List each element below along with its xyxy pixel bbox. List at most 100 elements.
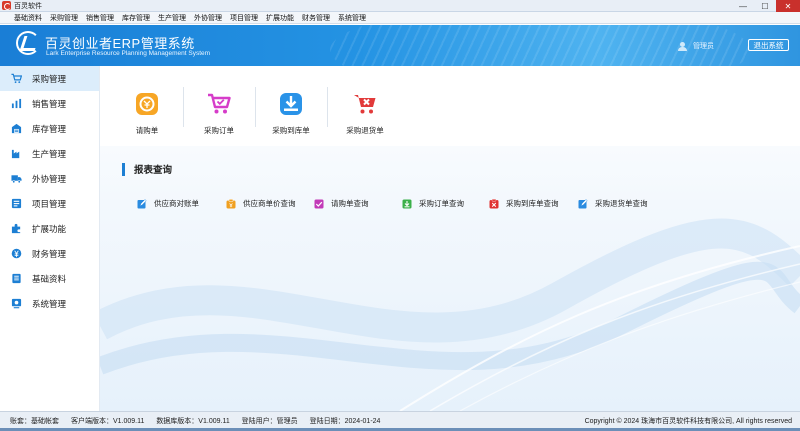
status-account: 账套：基础帐套 <box>10 418 59 425</box>
status-date: 登陆日期：2024-01-24 <box>309 418 381 425</box>
sidebar-item-production[interactable]: 生产管理 <box>0 141 99 166</box>
truck-icon <box>11 173 22 184</box>
menu-item-inventory[interactable]: 库存管理 <box>118 13 154 23</box>
cart-check-icon <box>208 93 231 114</box>
purchase-inbound-button[interactable]: 采购到库单 <box>256 87 326 142</box>
sidebar-item-label: 库存管理 <box>32 123 67 134</box>
menu-item-finance[interactable]: 财务管理 <box>298 13 334 23</box>
purchase-order-button[interactable]: 采购订单 <box>184 87 254 142</box>
close-button[interactable]: ✕ <box>776 0 800 12</box>
sidebar: 采购管理 销售管理 库存管理 生产管理 外协管理 项目管理 扩展功能 财务管理 … <box>0 66 100 411</box>
cart-icon <box>11 73 22 84</box>
title-bar: 百灵软件 — ☐ ✕ <box>0 0 800 12</box>
title-accent-bar <box>122 162 125 176</box>
list-icon <box>11 198 22 209</box>
tool-label: 采购退货单 <box>346 126 384 135</box>
report-link-label: 请购单查询 <box>331 199 369 208</box>
report-link-label: 采购退货单查询 <box>595 199 648 208</box>
money-icon <box>11 248 22 259</box>
report-link-label: 采购订单查询 <box>419 199 464 208</box>
window-controls: — ☐ ✕ <box>732 0 800 12</box>
report-title-text: 报表查询 <box>134 165 173 176</box>
chart-icon <box>11 98 22 109</box>
factory-icon <box>11 148 22 159</box>
menu-item-outsourcing[interactable]: 外协管理 <box>190 13 226 23</box>
sidebar-item-finance[interactable]: 财务管理 <box>0 241 99 266</box>
quick-toolbar: 请购单 采购订单 采购到库单 采购退货单 <box>100 66 800 146</box>
sidebar-item-extensions[interactable]: 扩展功能 <box>0 216 99 241</box>
sidebar-item-inventory[interactable]: 库存管理 <box>0 116 99 141</box>
report-link-supplier-statement[interactable]: 供应商对账单 <box>137 198 199 209</box>
user-icon <box>678 41 687 51</box>
report-link-label: 供应商对账单 <box>154 199 199 208</box>
request-icon <box>136 93 158 115</box>
app-logo-icon <box>2 1 11 10</box>
brand-subtitle: Lark Enterprise Resource Planning Manage… <box>46 50 211 57</box>
sidebar-item-label: 销售管理 <box>32 98 67 109</box>
report-link-order-query[interactable]: 采购订单查询 <box>402 198 464 209</box>
sidebar-item-label: 财务管理 <box>32 248 67 259</box>
menu-bar: 基础资料 采购管理 销售管理 库存管理 生产管理 外协管理 项目管理 扩展功能 … <box>0 12 800 24</box>
menu-item-system[interactable]: 系统管理 <box>334 13 370 23</box>
main-panel: 请购单 采购订单 采购到库单 采购退货单 报表查询 供应商对账单 供应商单价查询… <box>100 66 800 411</box>
brand-logo-icon <box>16 31 40 55</box>
book-icon <box>11 273 22 284</box>
purchase-request-button[interactable]: 请购单 <box>112 87 182 142</box>
report-link-return-query[interactable]: 采购退货单查询 <box>578 198 648 209</box>
toolbar-divider <box>327 87 328 127</box>
menu-item-sales[interactable]: 销售管理 <box>82 13 118 23</box>
status-user: 登陆用户：管理员 <box>241 418 298 425</box>
sidebar-item-outsourcing[interactable]: 外协管理 <box>0 166 99 191</box>
edit-icon <box>137 198 147 208</box>
status-bar: 账套：基础帐套 客户端版本：V1.009.11 数据库版本：V1.009.11 … <box>0 411 800 431</box>
sidebar-item-label: 基础资料 <box>32 273 67 284</box>
edit-icon <box>578 198 588 208</box>
sidebar-item-project[interactable]: 项目管理 <box>0 191 99 216</box>
menu-item-basic-data[interactable]: 基础资料 <box>0 13 46 23</box>
maximize-button[interactable]: ☐ <box>754 0 776 12</box>
download-icon <box>402 199 412 208</box>
menu-item-purchase[interactable]: 采购管理 <box>46 13 82 23</box>
logout-button[interactable]: 退出系统 <box>748 39 789 51</box>
report-link-supplier-price[interactable]: 供应商单价查询 <box>226 198 296 209</box>
report-section-title: 报表查询 <box>122 162 172 176</box>
status-db-version: 数据库版本：V1.009.11 <box>156 418 230 425</box>
menu-item-project[interactable]: 项目管理 <box>226 13 262 23</box>
copyright-text: Copyright © 2024 珠海市百灵软件科技有限公司, All righ… <box>584 418 792 425</box>
price-icon <box>226 198 236 208</box>
current-user: 管理员 <box>678 41 714 51</box>
sidebar-item-label: 采购管理 <box>32 73 67 84</box>
warehouse-icon <box>11 123 22 134</box>
purchase-return-button[interactable]: 采购退货单 <box>330 87 400 142</box>
report-link-label: 采购到库单查询 <box>506 199 559 208</box>
menu-item-production[interactable]: 生产管理 <box>154 13 190 23</box>
minimize-button[interactable]: — <box>732 0 754 12</box>
puzzle-icon <box>11 223 22 234</box>
sidebar-item-purchase[interactable]: 采购管理 <box>0 66 99 91</box>
sidebar-item-sales[interactable]: 销售管理 <box>0 91 99 116</box>
return-icon <box>354 95 376 114</box>
x-icon <box>489 198 499 208</box>
report-link-inbound-query[interactable]: 采购到库单查询 <box>489 198 559 209</box>
sidebar-item-label: 外协管理 <box>32 173 67 184</box>
tool-label: 采购到库单 <box>272 126 310 135</box>
inbound-icon <box>280 93 302 115</box>
sidebar-item-system[interactable]: 系统管理 <box>0 291 99 316</box>
status-info: 账套：基础帐套 客户端版本：V1.009.11 数据库版本：V1.009.11 … <box>10 416 390 426</box>
background-waves <box>100 218 800 411</box>
report-link-request-query[interactable]: 请购单查询 <box>314 198 369 209</box>
menu-item-extensions[interactable]: 扩展功能 <box>262 13 298 23</box>
sidebar-item-label: 生产管理 <box>32 148 67 159</box>
user-name: 管理员 <box>693 43 714 50</box>
check-icon <box>314 199 324 208</box>
sidebar-item-label: 扩展功能 <box>32 223 67 234</box>
tool-label: 请购单 <box>135 126 159 135</box>
header-banner: 百灵创业者ERP管理系统 Lark Enterprise Resource Pl… <box>0 25 800 66</box>
sidebar-item-basic-data[interactable]: 基础资料 <box>0 266 99 291</box>
gear-icon <box>11 298 22 309</box>
window-title: 百灵软件 <box>14 2 42 10</box>
sidebar-item-label: 项目管理 <box>32 198 67 209</box>
tool-label: 采购订单 <box>204 126 234 135</box>
status-client-version: 客户端版本：V1.009.11 <box>70 418 145 425</box>
report-section: 报表查询 供应商对账单 供应商单价查询 请购单查询 采购订单查询 采购到库单查询… <box>100 146 800 209</box>
